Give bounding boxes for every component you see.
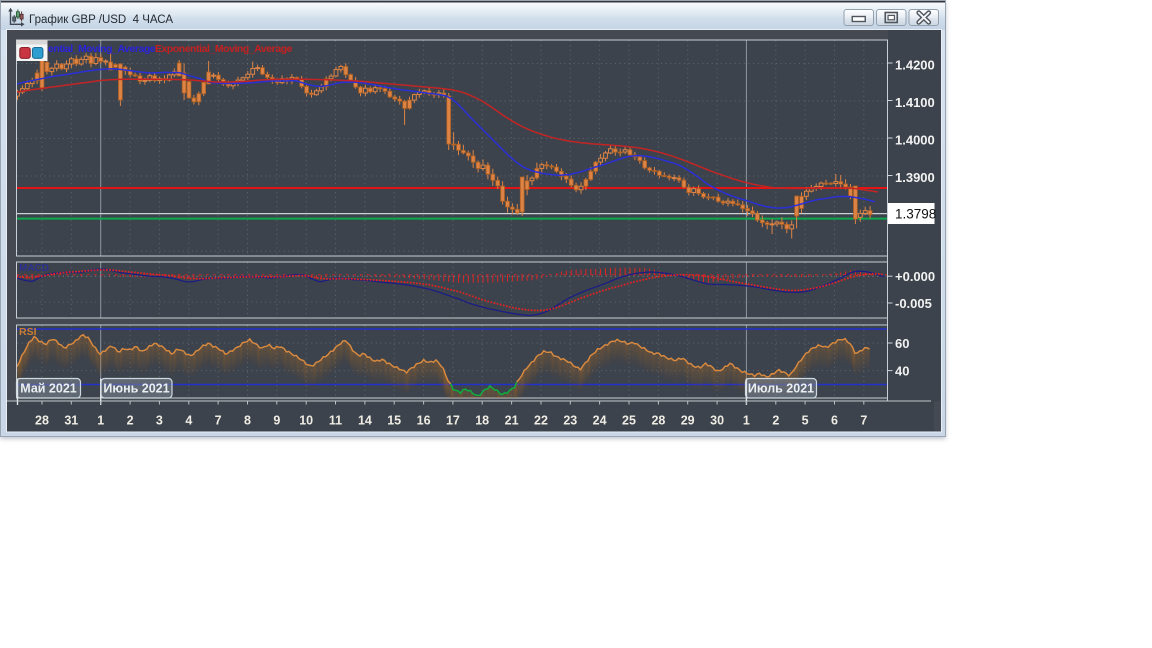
svg-text:2: 2 [772,414,779,428]
svg-text:Май 2021: Май 2021 [20,382,77,396]
svg-text:6: 6 [831,414,838,428]
svg-text:8: 8 [244,414,251,428]
svg-text:5: 5 [802,414,809,428]
svg-text:1.4000: 1.4000 [895,133,935,148]
svg-text:RSI: RSI [19,326,37,338]
svg-text:MACD: MACD [19,263,49,274]
svg-text:1.4100: 1.4100 [895,95,935,110]
svg-text:7: 7 [215,414,222,428]
svg-text:-0.005: -0.005 [895,296,932,311]
svg-text:График GBP /USD 4 ЧАСА: График GBP /USD 4 ЧАСА [29,14,173,26]
svg-text:11: 11 [329,414,342,428]
svg-text:Exponential_Moving_Average: Exponential_Moving_Average [155,44,293,55]
svg-text:1: 1 [743,414,750,428]
svg-text:22: 22 [534,414,548,428]
svg-text:Июнь 2021: Июнь 2021 [103,382,169,396]
svg-text:21: 21 [505,414,519,428]
svg-text:2: 2 [127,414,134,428]
svg-text:28: 28 [35,414,49,428]
svg-text:24: 24 [593,414,607,428]
svg-text:1.4200: 1.4200 [895,58,935,73]
svg-text:4: 4 [185,414,192,428]
svg-text:15: 15 [387,414,401,428]
svg-text:3: 3 [156,414,163,428]
svg-text:18: 18 [475,414,489,428]
svg-text:40: 40 [895,364,909,379]
svg-text:30: 30 [710,414,724,428]
svg-text:1: 1 [97,414,104,428]
svg-text:7: 7 [860,414,867,428]
svg-text:16: 16 [417,414,431,428]
svg-text:10: 10 [299,414,313,428]
svg-text:31: 31 [64,414,78,428]
svg-text:9: 9 [273,414,280,428]
svg-text:+0.000: +0.000 [895,269,935,284]
svg-text:ential_Moving_Average: ential_Moving_Average [48,44,156,55]
svg-text:60: 60 [895,336,909,351]
svg-text:17: 17 [446,414,460,428]
svg-text:Июль 2021: Июль 2021 [748,382,814,396]
svg-text:1.3900: 1.3900 [895,170,935,185]
svg-text:1.3798: 1.3798 [895,207,936,222]
svg-text:14: 14 [358,414,372,428]
svg-text:23: 23 [563,414,577,428]
svg-text:25: 25 [622,414,636,428]
svg-text:29: 29 [681,414,695,428]
svg-text:28: 28 [651,414,665,428]
